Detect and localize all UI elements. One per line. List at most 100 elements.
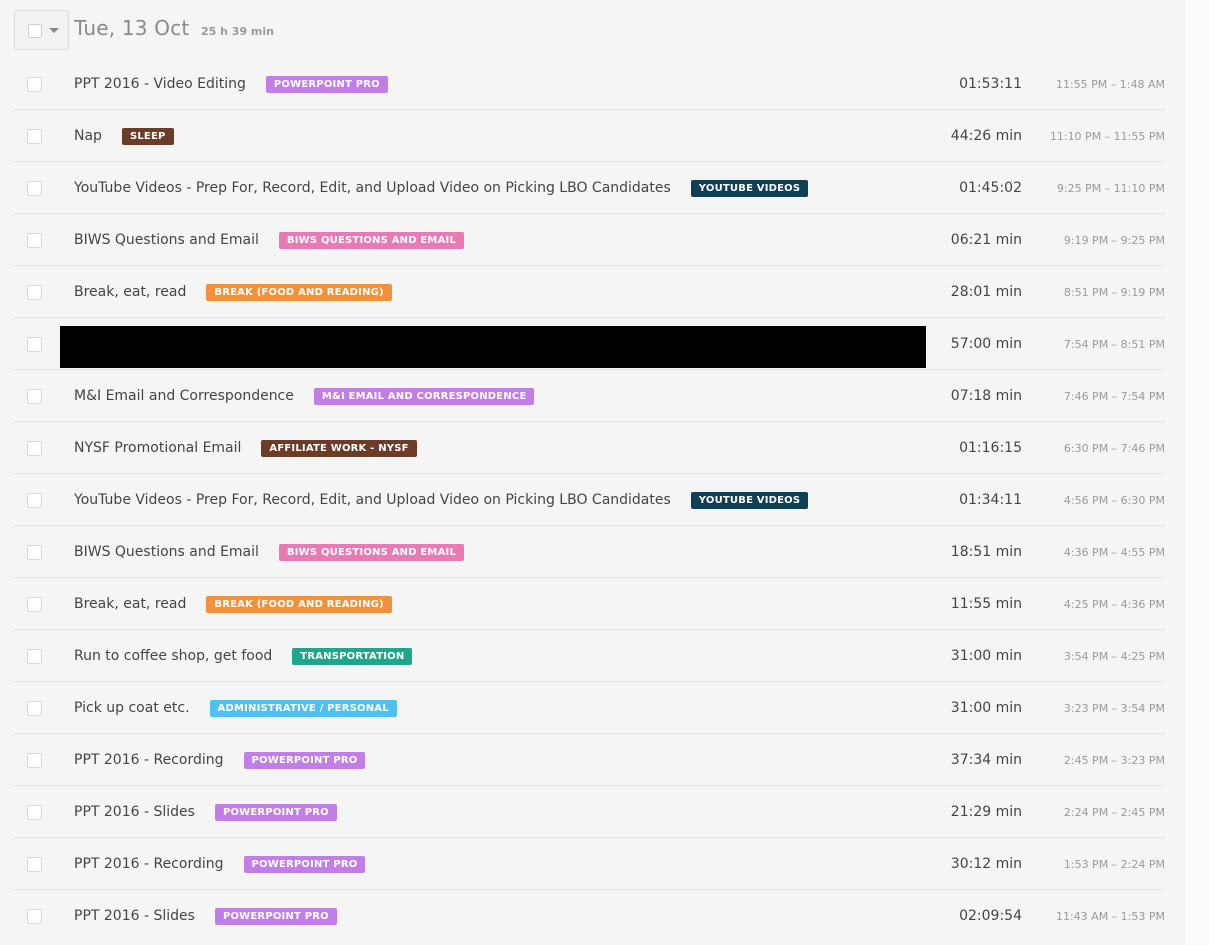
entry-duration[interactable]: 11:55 min xyxy=(894,578,1022,630)
entry-title[interactable]: Nap xyxy=(74,128,102,144)
entry-title[interactable]: Run to coffee shop, get food xyxy=(74,648,272,664)
entry-description[interactable]: Break, eat, read BREAK (FOOD AND READING) xyxy=(74,266,392,318)
entry-duration[interactable]: 01:53:11 xyxy=(894,58,1022,110)
chevron-down-icon[interactable] xyxy=(49,28,59,33)
entry-checkbox[interactable] xyxy=(27,649,42,664)
entry-duration[interactable]: 07:18 min xyxy=(894,370,1022,422)
time-entry-row[interactable]: PPT 2016 - Recording POWERPOINT PRO 37:34 … xyxy=(14,734,1165,786)
entry-title[interactable]: Break, eat, read xyxy=(74,596,186,612)
entry-description[interactable]: BIWS Questions and Email BIWS QUESTIONS A… xyxy=(74,526,465,578)
entry-description[interactable]: PPT 2016 - Slides POWERPOINT PRO xyxy=(74,890,337,942)
entry-description[interactable]: Run to coffee shop, get food TRANSPORTATI… xyxy=(74,630,413,682)
entry-description[interactable]: Break, eat, read BREAK (FOOD AND READING) xyxy=(74,578,392,630)
entry-checkbox[interactable] xyxy=(27,493,42,508)
entry-checkbox[interactable] xyxy=(27,805,42,820)
entry-checkbox[interactable] xyxy=(27,701,42,716)
entry-duration[interactable]: 44:26 min xyxy=(894,110,1022,162)
entry-title[interactable]: PPT 2016 - Recording xyxy=(74,752,224,768)
entry-duration[interactable]: 02:09:54 xyxy=(894,890,1022,942)
project-tag[interactable]: YOUTUBE VIDEOS xyxy=(690,179,809,197)
time-entry-row[interactable]: Break, eat, read BREAK (FOOD AND READING)… xyxy=(14,266,1165,318)
project-tag[interactable]: POWERPOINT PRO xyxy=(265,75,388,93)
entry-description[interactable]: PPT 2016 - Recording POWERPOINT PRO xyxy=(74,734,366,786)
entry-checkbox[interactable] xyxy=(27,285,42,300)
entry-title[interactable]: BIWS Questions and Email xyxy=(74,232,259,248)
entry-description[interactable]: BIWS Questions and Email BIWS QUESTIONS A… xyxy=(74,214,465,266)
project-tag[interactable]: M&I EMAIL AND CORRESPONDENCE xyxy=(313,387,535,405)
time-entry-row[interactable]: NYSF Promotional Email AFFILIATE WORK - N… xyxy=(14,422,1165,474)
entry-description[interactable]: M&I Email and Correspondence M&I EMAIL AN… xyxy=(74,370,535,422)
time-entry-row[interactable]: Run to coffee shop, get food TRANSPORTATI… xyxy=(14,630,1165,682)
entry-time-range[interactable]: 11:43 AM – 1:53 PM xyxy=(1028,890,1165,942)
entry-title[interactable]: PPT 2016 - Recording xyxy=(74,856,224,872)
time-entry-row[interactable]: PPT 2016 - Video Editing POWERPOINT PRO 01… xyxy=(14,58,1165,110)
entry-checkbox[interactable] xyxy=(27,233,42,248)
project-tag[interactable]: BIWS QUESTIONS AND EMAIL xyxy=(278,231,465,249)
entry-description[interactable]: Nap SLEEP xyxy=(74,110,174,162)
entry-duration[interactable]: 06:21 min xyxy=(894,214,1022,266)
entry-duration[interactable]: 18:51 min xyxy=(894,526,1022,578)
entry-time-range[interactable]: 9:25 PM – 11:10 PM xyxy=(1028,162,1165,214)
entry-duration[interactable]: 28:01 min xyxy=(894,266,1022,318)
entry-title[interactable]: PPT 2016 - Slides xyxy=(74,804,195,820)
time-entry-row[interactable]: YouTube Videos - Prep For, Record, Edit,… xyxy=(14,474,1165,526)
project-tag[interactable]: POWERPOINT PRO xyxy=(214,803,337,821)
time-entry-row[interactable]: BIWS Questions and Email BIWS QUESTIONS A… xyxy=(14,526,1165,578)
time-entry-row[interactable]: PPT 2016 - Recording POWERPOINT PRO 30:12 … xyxy=(14,838,1165,890)
entry-title[interactable]: BIWS Questions and Email xyxy=(74,544,259,560)
entry-description[interactable]: PPT 2016 - Slides POWERPOINT PRO xyxy=(74,786,337,838)
project-tag[interactable]: ADMINISTRATIVE / PERSONAL xyxy=(209,699,397,717)
entry-description[interactable]: PPT 2016 - Video Editing POWERPOINT PRO xyxy=(74,58,388,110)
entry-duration[interactable]: 57:00 min xyxy=(894,318,1022,370)
project-tag[interactable]: AFFILIATE WORK - NYSF xyxy=(261,439,417,457)
entry-duration[interactable]: 30:12 min xyxy=(894,838,1022,890)
entry-title[interactable]: Pick up coat etc. xyxy=(74,700,190,716)
entry-duration[interactable]: 31:00 min xyxy=(894,630,1022,682)
entry-time-range[interactable]: 7:46 PM – 7:54 PM xyxy=(1028,370,1165,422)
project-tag[interactable]: POWERPOINT PRO xyxy=(243,855,366,873)
entry-time-range[interactable]: 7:54 PM – 8:51 PM xyxy=(1028,318,1165,370)
project-tag[interactable]: BREAK (FOOD AND READING) xyxy=(206,595,392,613)
entry-time-range[interactable]: 1:53 PM – 2:24 PM xyxy=(1028,838,1165,890)
time-entry-row[interactable]: PPT 2016 - Slides POWERPOINT PRO 02:09:54 1… xyxy=(14,890,1165,942)
entry-checkbox[interactable] xyxy=(27,753,42,768)
project-tag[interactable]: BREAK (FOOD AND READING) xyxy=(206,283,392,301)
time-entry-row[interactable]: Nap SLEEP 44:26 min 11:10 PM – 11:55 PM xyxy=(14,110,1165,162)
entry-time-range[interactable]: 2:24 PM – 2:45 PM xyxy=(1028,786,1165,838)
time-entry-row[interactable]: 57:00 min 7:54 PM – 8:51 PM xyxy=(14,318,1165,370)
entry-time-range[interactable]: 6:30 PM – 7:46 PM xyxy=(1028,422,1165,474)
entry-time-range[interactable]: 3:54 PM – 4:25 PM xyxy=(1028,630,1165,682)
entry-checkbox[interactable] xyxy=(27,389,42,404)
entry-title[interactable]: Break, eat, read xyxy=(74,284,186,300)
entry-duration[interactable]: 37:34 min xyxy=(894,734,1022,786)
project-tag[interactable]: TRANSPORTATION xyxy=(292,647,413,665)
entry-title[interactable]: YouTube Videos - Prep For, Record, Edit,… xyxy=(74,492,671,508)
entry-time-range[interactable]: 2:45 PM – 3:23 PM xyxy=(1028,734,1165,786)
select-all-checkbox[interactable] xyxy=(28,24,42,38)
entry-time-range[interactable]: 4:25 PM – 4:36 PM xyxy=(1028,578,1165,630)
time-entry-row[interactable]: Pick up coat etc. ADMINISTRATIVE / PERSON… xyxy=(14,682,1165,734)
entry-time-range[interactable]: 4:36 PM – 4:55 PM xyxy=(1028,526,1165,578)
entry-checkbox[interactable] xyxy=(27,441,42,456)
entry-checkbox[interactable] xyxy=(27,857,42,872)
entry-title[interactable]: M&I Email and Correspondence xyxy=(74,388,294,404)
select-all-dropdown[interactable] xyxy=(14,10,69,50)
project-tag[interactable]: SLEEP xyxy=(121,127,174,145)
time-entry-row[interactable]: M&I Email and Correspondence M&I EMAIL AN… xyxy=(14,370,1165,422)
entry-description[interactable]: Pick up coat etc. ADMINISTRATIVE / PERSON… xyxy=(74,682,397,734)
entry-title[interactable]: YouTube Videos - Prep For, Record, Edit,… xyxy=(74,180,671,196)
entry-time-range[interactable]: 11:55 PM – 1:48 AM xyxy=(1028,58,1165,110)
project-tag[interactable]: POWERPOINT PRO xyxy=(214,907,337,925)
project-tag[interactable]: YOUTUBE VIDEOS xyxy=(690,491,809,509)
entry-title[interactable]: PPT 2016 - Slides xyxy=(74,908,195,924)
entry-checkbox[interactable] xyxy=(27,909,42,924)
entry-time-range[interactable]: 4:56 PM – 6:30 PM xyxy=(1028,474,1165,526)
entry-description[interactable]: PPT 2016 - Recording POWERPOINT PRO xyxy=(74,838,366,890)
entry-checkbox[interactable] xyxy=(27,77,42,92)
project-tag[interactable]: BIWS QUESTIONS AND EMAIL xyxy=(278,543,465,561)
entry-checkbox[interactable] xyxy=(27,181,42,196)
entry-time-range[interactable]: 8:51 PM – 9:19 PM xyxy=(1028,266,1165,318)
entry-duration[interactable]: 21:29 min xyxy=(894,786,1022,838)
entry-title[interactable]: NYSF Promotional Email xyxy=(74,440,241,456)
entry-checkbox[interactable] xyxy=(27,597,42,612)
